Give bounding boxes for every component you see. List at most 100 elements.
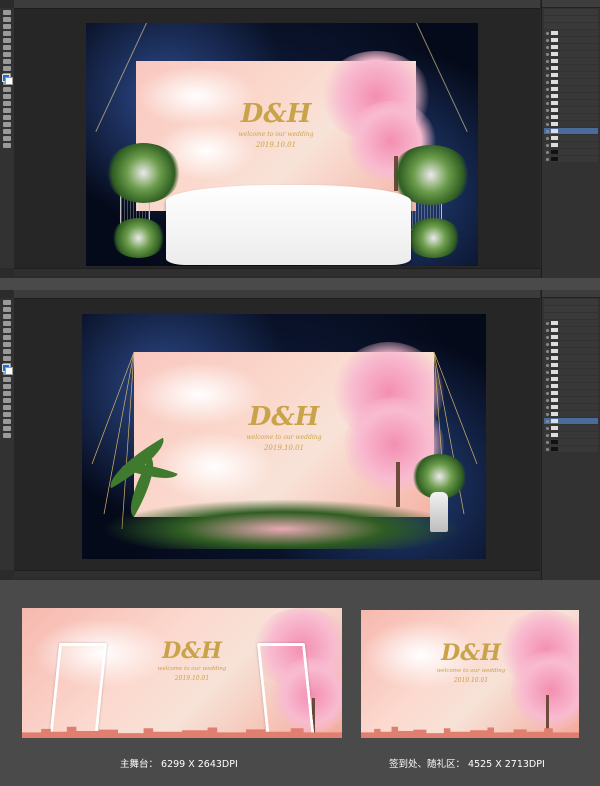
layer-row[interactable] — [544, 439, 598, 445]
eye-icon[interactable] — [546, 335, 549, 339]
marquee-tool-icon[interactable] — [3, 307, 11, 312]
brush-tool-icon[interactable] — [3, 59, 11, 64]
hand-tool-icon[interactable] — [3, 136, 11, 141]
eye-icon[interactable] — [546, 80, 549, 84]
canvas-area[interactable]: D&H welcome to our wedding 2019.10.01 — [14, 299, 540, 571]
layer-row[interactable] — [544, 334, 598, 340]
eye-icon[interactable] — [546, 31, 549, 35]
layer-row[interactable] — [544, 100, 598, 106]
eye-icon[interactable] — [546, 52, 549, 56]
eye-icon[interactable] — [546, 45, 549, 49]
layer-row[interactable] — [544, 355, 598, 361]
eye-icon[interactable] — [546, 433, 549, 437]
eye-icon[interactable] — [546, 101, 549, 105]
lasso-tool-icon[interactable] — [3, 24, 11, 29]
eye-icon[interactable] — [546, 440, 549, 444]
brush-tool-icon[interactable] — [3, 349, 11, 354]
eye-icon[interactable] — [546, 38, 549, 42]
zoom-tool-icon[interactable] — [3, 143, 11, 148]
eye-icon[interactable] — [546, 94, 549, 98]
eye-icon[interactable] — [546, 321, 549, 325]
layer-row[interactable] — [544, 383, 598, 389]
eye-icon[interactable] — [546, 59, 549, 63]
layer-row[interactable] — [544, 37, 598, 43]
layer-row[interactable] — [544, 72, 598, 78]
eye-icon[interactable] — [546, 328, 549, 332]
layer-row-selected[interactable] — [544, 418, 598, 424]
marquee-tool-icon[interactable] — [3, 17, 11, 22]
eye-icon[interactable] — [546, 108, 549, 112]
layer-row[interactable] — [544, 58, 598, 64]
gradient-tool-icon[interactable] — [3, 377, 11, 382]
opacity-row[interactable] — [544, 16, 598, 22]
eye-icon[interactable] — [546, 391, 549, 395]
zoom-tool-icon[interactable] — [3, 433, 11, 438]
healing-tool-icon[interactable] — [3, 342, 11, 347]
eye-icon[interactable] — [546, 447, 549, 451]
layer-row[interactable] — [544, 390, 598, 396]
background-color-swatch[interactable] — [5, 77, 13, 85]
dodge-tool-icon[interactable] — [3, 391, 11, 396]
crop-tool-icon[interactable] — [3, 38, 11, 43]
layer-row[interactable] — [544, 348, 598, 354]
move-tool-icon[interactable] — [3, 10, 11, 15]
eye-icon[interactable] — [546, 412, 549, 416]
stamp-tool-icon[interactable] — [3, 66, 11, 71]
type-tool-icon[interactable] — [3, 405, 11, 410]
layer-row[interactable] — [544, 411, 598, 417]
document-tab[interactable] — [14, 290, 540, 299]
pen-tool-icon[interactable] — [3, 398, 11, 403]
layer-row[interactable] — [544, 362, 598, 368]
layer-row[interactable] — [544, 397, 598, 403]
layer-row[interactable] — [544, 156, 598, 162]
canvas-area[interactable]: D&H welcome to our wedding 2019.10.01 — [14, 9, 540, 269]
gradient-tool-icon[interactable] — [3, 87, 11, 92]
quick-select-tool-icon[interactable] — [3, 31, 11, 36]
eyedropper-tool-icon[interactable] — [3, 45, 11, 50]
shape-tool-icon[interactable] — [3, 419, 11, 424]
eye-icon[interactable] — [546, 66, 549, 70]
type-tool-icon[interactable] — [3, 115, 11, 120]
document-tab[interactable] — [14, 0, 540, 9]
layer-row[interactable] — [544, 404, 598, 410]
blur-tool-icon[interactable] — [3, 384, 11, 389]
eye-icon[interactable] — [546, 426, 549, 430]
blur-tool-icon[interactable] — [3, 94, 11, 99]
eye-icon[interactable] — [546, 122, 549, 126]
layer-row[interactable] — [544, 51, 598, 57]
layer-row[interactable] — [544, 79, 598, 85]
lock-row[interactable] — [544, 313, 598, 319]
layer-row[interactable] — [544, 107, 598, 113]
layer-row[interactable] — [544, 65, 598, 71]
eye-icon[interactable] — [546, 342, 549, 346]
panel-header[interactable] — [542, 290, 600, 298]
stamp-tool-icon[interactable] — [3, 356, 11, 361]
lasso-tool-icon[interactable] — [3, 314, 11, 319]
layer-row[interactable] — [544, 30, 598, 36]
eye-icon[interactable] — [546, 405, 549, 409]
eyedropper-tool-icon[interactable] — [3, 335, 11, 340]
layer-row[interactable] — [544, 327, 598, 333]
background-color-swatch[interactable] — [5, 367, 13, 375]
layer-row[interactable] — [544, 149, 598, 155]
eye-icon[interactable] — [546, 143, 549, 147]
eye-icon[interactable] — [546, 136, 549, 140]
blend-mode-row[interactable] — [544, 299, 598, 305]
layer-row[interactable] — [544, 44, 598, 50]
path-select-tool-icon[interactable] — [3, 412, 11, 417]
layer-row[interactable] — [544, 320, 598, 326]
eye-icon[interactable] — [546, 349, 549, 353]
layer-row[interactable] — [544, 121, 598, 127]
eye-icon[interactable] — [546, 370, 549, 374]
layer-row[interactable] — [544, 142, 598, 148]
path-select-tool-icon[interactable] — [3, 122, 11, 127]
blend-mode-row[interactable] — [544, 9, 598, 15]
pen-tool-icon[interactable] — [3, 108, 11, 113]
layer-row[interactable] — [544, 114, 598, 120]
layer-row-selected[interactable] — [544, 128, 598, 134]
lock-row[interactable] — [544, 23, 598, 29]
layer-row[interactable] — [544, 135, 598, 141]
layer-row[interactable] — [544, 341, 598, 347]
eye-icon[interactable] — [546, 377, 549, 381]
eye-icon[interactable] — [546, 150, 549, 154]
